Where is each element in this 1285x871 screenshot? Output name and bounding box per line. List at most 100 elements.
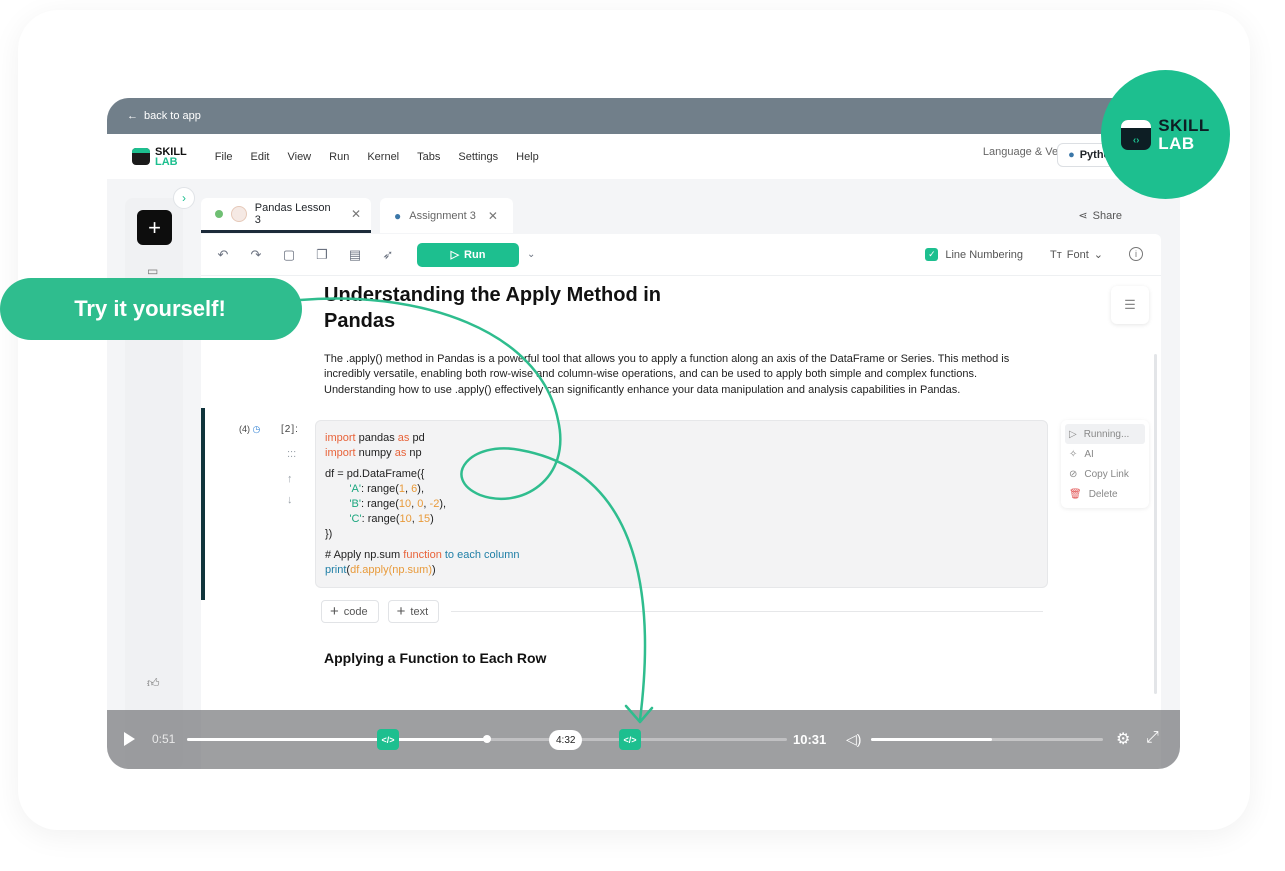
brand-text-top: SKILL bbox=[1158, 115, 1210, 135]
clipboard-icon[interactable]: ▤ bbox=[347, 247, 363, 263]
python-icon: ● bbox=[394, 208, 402, 223]
share-button[interactable]: ⋖ Share bbox=[1078, 209, 1122, 223]
font-label: Font bbox=[1066, 248, 1089, 261]
redo-icon[interactable]: ↷ bbox=[248, 247, 264, 263]
menu-tabs[interactable]: Tabs bbox=[417, 151, 440, 163]
menu-edit[interactable]: Edit bbox=[251, 151, 270, 163]
menu-item-ai[interactable]: ✧ AI bbox=[1065, 444, 1145, 464]
add-code-button[interactable]: + code bbox=[321, 600, 379, 623]
line-numbering-toggle[interactable]: ✓ Line Numbering bbox=[925, 248, 1023, 261]
progress-track[interactable]: </> </> 4:32 bbox=[187, 729, 787, 750]
volume-icon[interactable]: ◁) bbox=[846, 731, 861, 748]
code-line: df = pd.DataFrame({ bbox=[325, 468, 425, 480]
menu-item-running[interactable]: ▷ Running... bbox=[1065, 424, 1145, 444]
clock-icon: ◷ bbox=[252, 424, 261, 434]
menu-item-delete[interactable]: 🗑︎ Delete bbox=[1065, 484, 1145, 504]
close-icon[interactable]: ✕ bbox=[351, 207, 361, 221]
plus-icon: + bbox=[396, 603, 406, 620]
add-cell-button[interactable]: + bbox=[137, 210, 172, 245]
tab-pandas-lesson-3[interactable]: Pandas Lesson 3 ✕ bbox=[201, 198, 371, 233]
video-player-bar: 0:51 </> </> 4:32 10:31 ◁) ⚙ ⤢ bbox=[107, 710, 1180, 769]
drag-handle-icon[interactable]: ::: bbox=[287, 448, 296, 460]
menu-run[interactable]: Run bbox=[329, 151, 349, 163]
app-logo: SKILL LAB bbox=[132, 145, 187, 167]
menu-view[interactable]: View bbox=[287, 151, 311, 163]
brand-logo: ‹› SKILL LAB bbox=[1101, 70, 1230, 199]
volume-slider[interactable] bbox=[871, 738, 1103, 741]
close-icon[interactable]: ✕ bbox=[488, 209, 498, 223]
menu-item-copy-link[interactable]: ⊘ Copy Link bbox=[1065, 464, 1145, 484]
add-cell-row: + code + text bbox=[321, 600, 440, 623]
intro-paragraph: The .apply() method in Pandas is a power… bbox=[324, 353, 1010, 396]
page-title: Understanding the Apply Method in Pandas bbox=[324, 284, 662, 332]
progress-knob[interactable] bbox=[483, 735, 491, 743]
try-it-yourself-callout[interactable]: Try it yourself! bbox=[0, 278, 302, 340]
python-icon: ● bbox=[1068, 149, 1075, 161]
progress-fill bbox=[187, 738, 487, 741]
brand-logo-icon: ‹› bbox=[1121, 119, 1152, 150]
total-time: 10:31 bbox=[793, 732, 827, 747]
expand-sidebar-button[interactable]: › bbox=[173, 187, 195, 209]
checkbox-checked-icon[interactable]: ✓ bbox=[925, 248, 939, 261]
sparkle-icon: ✧ bbox=[1069, 448, 1078, 460]
move-up-icon[interactable]: ↑ bbox=[287, 473, 293, 485]
back-arrow-icon[interactable]: ← bbox=[127, 110, 138, 122]
logo-text-top: SKILL bbox=[155, 145, 187, 158]
code-cell-editor[interactable]: import pandas as pd import numpy as np d… bbox=[315, 420, 1048, 588]
run-label: Run bbox=[464, 248, 486, 261]
table-of-contents-icon[interactable]: ☰ bbox=[1111, 286, 1149, 324]
undo-icon[interactable]: ↶ bbox=[215, 247, 231, 263]
notebook-toolbar: ↶ ↷ ▢ ❐ ▤ ➶ ▷ Run ⌄ ✓ Line Numbering Tт … bbox=[201, 234, 1161, 276]
cell-number: [2]: bbox=[281, 424, 299, 435]
gear-icon[interactable]: ⚙ bbox=[1116, 729, 1130, 749]
current-time: 0:51 bbox=[152, 732, 176, 746]
brand-text-bottom: LAB bbox=[1158, 133, 1195, 153]
add-text-label: text bbox=[410, 605, 429, 618]
font-select[interactable]: Tт Font ⌄ bbox=[1050, 248, 1103, 262]
add-code-label: code bbox=[343, 605, 368, 618]
thumbs-up-icon[interactable]: 👍︎ bbox=[147, 676, 160, 691]
line-numbering-label: Line Numbering bbox=[945, 248, 1023, 261]
menu-kernel[interactable]: Kernel bbox=[367, 151, 399, 163]
chevron-down-icon[interactable]: ⌄ bbox=[527, 249, 535, 260]
scrollbar[interactable] bbox=[1154, 354, 1157, 694]
menu-file[interactable]: File bbox=[215, 151, 233, 163]
menu-item-label: Copy Link bbox=[1084, 468, 1129, 480]
code-marker-icon[interactable]: </> bbox=[377, 729, 399, 750]
share-icon: ⋖ bbox=[1078, 210, 1088, 222]
play-icon[interactable] bbox=[124, 732, 135, 746]
code-line: 'A': range(1, 6), bbox=[349, 483, 425, 495]
share-label: Share bbox=[1092, 209, 1122, 222]
trash-icon: 🗑︎ bbox=[1069, 488, 1082, 500]
app-window: ← back to app SKILL LAB File Edit View R… bbox=[107, 98, 1180, 769]
code-line: import pandas as pd bbox=[325, 432, 425, 444]
menu-help[interactable]: Help bbox=[516, 151, 539, 163]
back-to-app-link[interactable]: back to app bbox=[144, 110, 201, 122]
tab-assignment-3[interactable]: ● Assignment 3 ✕ bbox=[380, 198, 513, 233]
link-icon: ⊘ bbox=[1069, 468, 1078, 480]
code-line: }) bbox=[325, 528, 333, 540]
info-icon[interactable]: i bbox=[1129, 247, 1143, 261]
run-button[interactable]: ▷ Run bbox=[417, 242, 519, 267]
copy-icon[interactable]: ❐ bbox=[314, 247, 330, 263]
rocket-icon[interactable]: ➶ bbox=[380, 247, 396, 263]
code-line: import numpy as np bbox=[325, 447, 422, 459]
time-tooltip: 4:32 bbox=[549, 730, 583, 750]
notebook-panel: ↶ ↷ ▢ ❐ ▤ ➶ ▷ Run ⌄ ✓ Line Numbering Tт … bbox=[201, 234, 1161, 769]
cell-context-menu: ▷ Running... ✧ AI ⊘ Copy Link 🗑︎ Delete bbox=[1061, 420, 1149, 508]
volume-fill bbox=[871, 738, 992, 741]
fullscreen-icon[interactable]: ⤢ bbox=[1146, 729, 1159, 747]
active-cell-indicator bbox=[201, 408, 205, 600]
save-icon[interactable]: ▢ bbox=[281, 247, 297, 263]
folder-icon[interactable]: ▭ bbox=[147, 264, 158, 278]
section-heading: Applying a Function to Each Row bbox=[324, 650, 547, 666]
code-line: print(df.apply(np.sum)) bbox=[325, 564, 436, 576]
menu-settings[interactable]: Settings bbox=[458, 151, 498, 163]
tab-label: Assignment 3 bbox=[409, 209, 476, 222]
add-text-button[interactable]: + text bbox=[387, 600, 440, 623]
code-marker-icon[interactable]: </> bbox=[619, 729, 641, 750]
menu-bar: SKILL LAB File Edit View Run Kernel Tabs… bbox=[107, 134, 1180, 179]
move-down-icon[interactable]: ↓ bbox=[287, 494, 293, 506]
menu-item-label: Delete bbox=[1088, 488, 1118, 500]
tab-label: Pandas Lesson 3 bbox=[254, 202, 331, 226]
